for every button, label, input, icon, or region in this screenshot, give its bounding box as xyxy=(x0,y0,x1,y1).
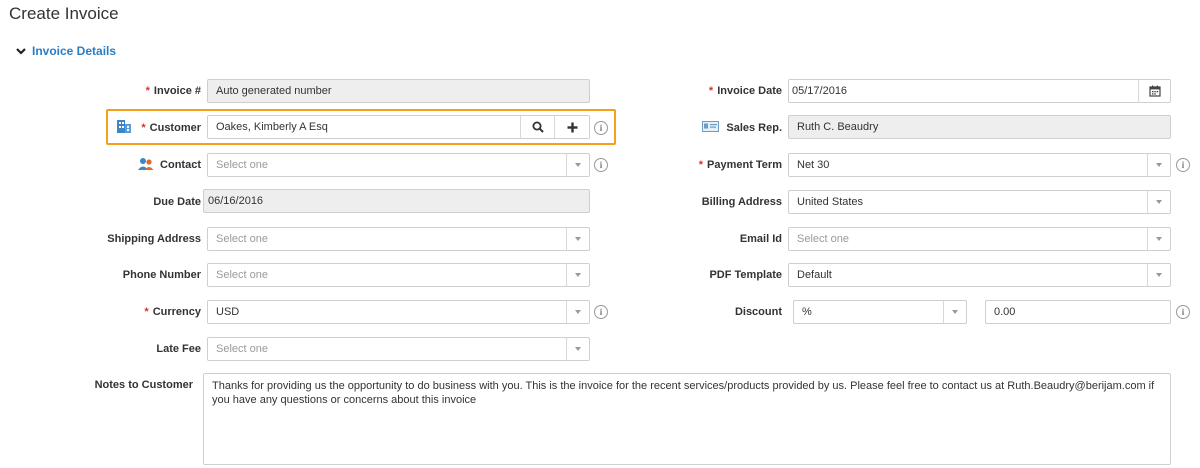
chevron-down-icon xyxy=(1156,163,1162,167)
due-date-field: 06/16/2016 xyxy=(203,189,590,213)
contact-info-icon[interactable]: i xyxy=(594,158,608,172)
contact-label: Contact xyxy=(160,159,201,171)
invoice-number-field: Auto generated number xyxy=(207,79,590,103)
invoice-date-field[interactable]: 05/17/2016 xyxy=(788,79,1171,103)
invoice-number-label: * Invoice # xyxy=(145,85,201,97)
contact-person-icon xyxy=(138,158,154,170)
calendar-icon xyxy=(1148,85,1161,97)
notes-label: Notes to Customer xyxy=(94,379,193,391)
chevron-down-icon xyxy=(575,273,581,277)
currency-select[interactable]: USD xyxy=(207,300,590,324)
currency-label: * Currency xyxy=(144,306,201,318)
customer-label: * Customer xyxy=(141,122,201,134)
email-id-label: Email Id xyxy=(739,233,782,245)
chevron-down-icon xyxy=(952,310,958,314)
customer-add-button[interactable] xyxy=(554,116,589,138)
discount-type-select[interactable]: % xyxy=(793,300,967,324)
shipping-address-label: Shipping Address xyxy=(107,233,201,245)
chevron-down-icon xyxy=(575,310,581,314)
search-icon xyxy=(532,121,544,133)
discount-label: Discount xyxy=(734,306,782,318)
building-icon xyxy=(117,120,131,133)
section-title: Invoice Details xyxy=(32,44,117,58)
calendar-button[interactable] xyxy=(1138,80,1170,102)
page-title: Create Invoice xyxy=(9,4,119,23)
invoice-date-label: * Invoice Date xyxy=(708,85,782,97)
chevron-down-icon xyxy=(16,48,26,55)
chevron-down-icon xyxy=(1156,237,1162,241)
phone-number-select[interactable]: Select one xyxy=(207,263,590,287)
chevron-down-icon xyxy=(1156,273,1162,277)
shipping-address-select[interactable]: Select one xyxy=(207,227,590,251)
due-date-label: Due Date xyxy=(153,196,201,208)
chevron-down-icon xyxy=(1156,200,1162,204)
late-fee-label: Late Fee xyxy=(156,343,201,355)
id-card-icon xyxy=(702,121,719,132)
customer-field[interactable]: Oakes, Kimberly A Esq xyxy=(207,115,590,139)
discount-amount-input[interactable]: 0.00 xyxy=(985,300,1171,324)
payment-term-select[interactable]: Net 30 xyxy=(788,153,1171,177)
sales-rep-label: Sales Rep. xyxy=(726,122,782,134)
payment-term-label: * Payment Term xyxy=(698,159,782,171)
pdf-template-select[interactable]: Default xyxy=(788,263,1171,287)
customer-info-icon[interactable]: i xyxy=(594,121,608,135)
customer-search-button[interactable] xyxy=(520,116,555,138)
notes-textarea[interactable]: Thanks for providing us the opportunity … xyxy=(203,373,1171,465)
chevron-down-icon xyxy=(575,237,581,241)
email-id-select[interactable]: Select one xyxy=(788,227,1171,251)
contact-select[interactable]: Select one xyxy=(207,153,590,177)
section-header-invoice-details[interactable]: Invoice Details xyxy=(15,44,116,58)
payment-term-info-icon[interactable]: i xyxy=(1176,158,1190,172)
currency-info-icon[interactable]: i xyxy=(594,305,608,319)
phone-number-label: Phone Number xyxy=(122,269,201,281)
pdf-template-label: PDF Template xyxy=(709,269,782,281)
sales-rep-field: Ruth C. Beaudry xyxy=(788,115,1171,139)
billing-address-label: Billing Address xyxy=(701,196,782,208)
discount-info-icon[interactable]: i xyxy=(1176,305,1190,319)
late-fee-select[interactable]: Select one xyxy=(207,337,590,361)
plus-icon xyxy=(567,122,577,132)
chevron-down-icon xyxy=(575,163,581,167)
customer-value: Oakes, Kimberly A Esq xyxy=(216,121,328,133)
chevron-down-icon xyxy=(575,347,581,351)
billing-address-select[interactable]: United States xyxy=(788,190,1171,214)
